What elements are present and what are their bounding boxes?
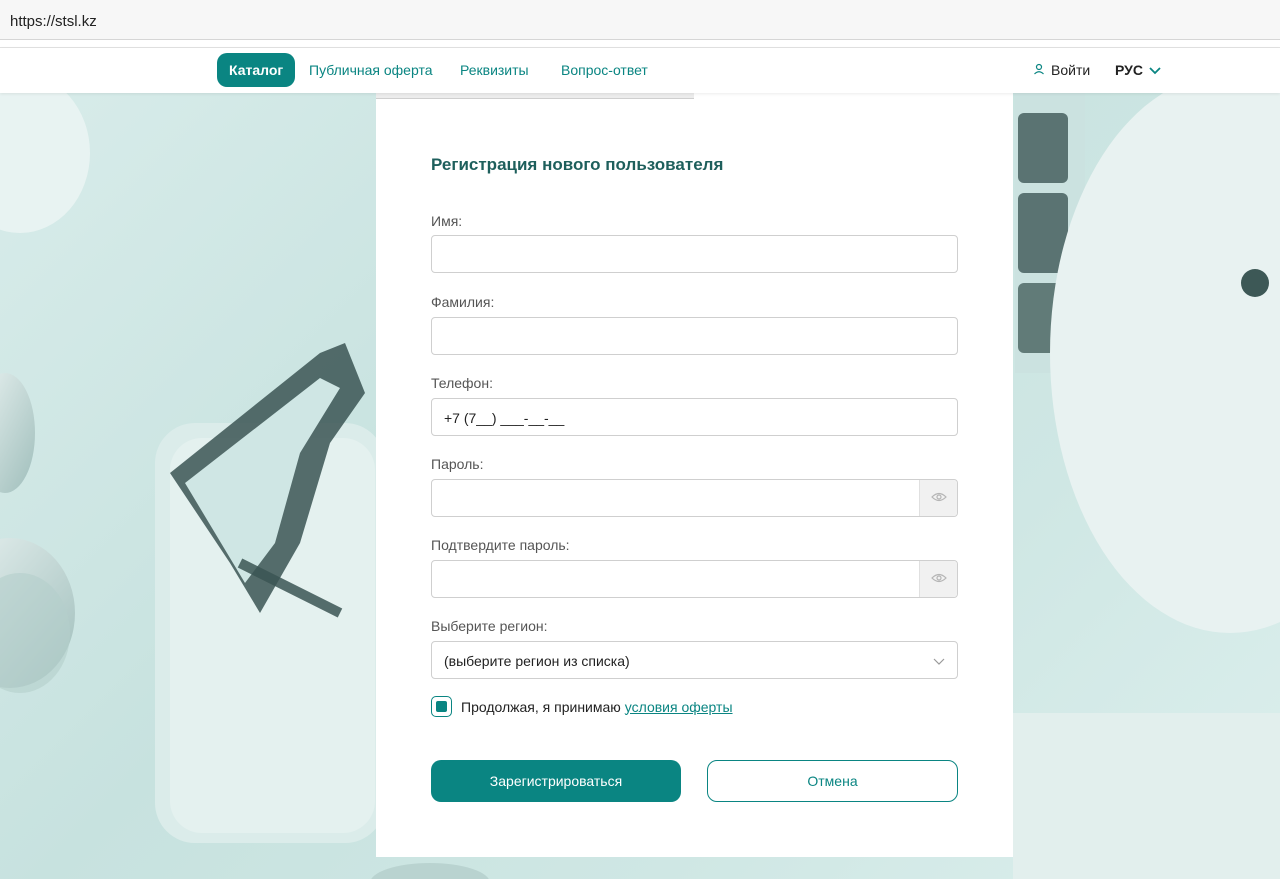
password-label: Пароль: — [431, 456, 484, 472]
nav-link-public-offer[interactable]: Публичная оферта — [309, 62, 433, 78]
language-label: РУС — [1115, 62, 1143, 78]
confirm-password-input[interactable] — [431, 560, 958, 598]
offer-terms-link[interactable]: условия оферты — [625, 699, 733, 715]
chevron-down-icon — [933, 653, 945, 671]
browser-address-bar[interactable]: https://stsl.kz — [0, 0, 1280, 40]
region-value: (выберите регион из списка) — [444, 653, 630, 669]
login-label: Войти — [1051, 62, 1091, 78]
registration-card — [376, 93, 1013, 857]
nav-link-faq[interactable]: Вопрос-ответ — [561, 62, 648, 78]
region-select[interactable]: (выберите регион из списка) — [431, 641, 958, 679]
url-text[interactable]: https://stsl.kz — [10, 13, 97, 30]
agree-text: Продолжая, я принимаю — [461, 698, 621, 715]
card-top-strip — [376, 93, 694, 99]
phone-value: +7 (7__) ___-__-__ — [444, 410, 565, 426]
agree-checkbox[interactable] — [431, 696, 452, 717]
confirm-password-label: Подтвердите пароль: — [431, 537, 570, 553]
catalog-button[interactable]: Каталог — [217, 53, 296, 87]
login-link[interactable]: Войти — [1033, 62, 1090, 78]
region-label: Выберите регион: — [431, 618, 548, 634]
nav-link-requisites[interactable]: Реквизиты — [460, 62, 529, 78]
phone-input[interactable]: +7 (7__) ___-__-__ — [431, 398, 958, 436]
cancel-button[interactable]: Отмена — [707, 760, 958, 802]
register-button[interactable]: Зарегистрироваться — [431, 760, 681, 802]
browser-toolbar-spacer — [0, 40, 1280, 48]
chevron-down-icon — [1149, 62, 1161, 78]
eye-icon — [930, 570, 947, 588]
checkbox-checked-icon — [436, 701, 447, 712]
offer-agreement: Продолжая, я принимаю условия оферты — [431, 696, 733, 717]
phone-label: Телефон: — [431, 375, 493, 391]
show-password-button[interactable] — [919, 480, 957, 516]
language-selector[interactable]: РУС — [1115, 62, 1161, 78]
first-name-label: Имя: — [431, 213, 463, 229]
show-confirm-password-button[interactable] — [919, 561, 957, 597]
user-icon — [1033, 62, 1045, 78]
top-navigation: Каталог Публичная оферта Реквизиты Вопро… — [0, 48, 1280, 93]
password-input[interactable] — [431, 479, 958, 517]
last-name-label: Фамилия: — [431, 294, 495, 310]
last-name-input[interactable] — [431, 317, 958, 355]
form-title: Регистрация нового пользователя — [431, 155, 724, 174]
eye-icon — [930, 489, 947, 507]
first-name-input[interactable] — [431, 235, 958, 273]
